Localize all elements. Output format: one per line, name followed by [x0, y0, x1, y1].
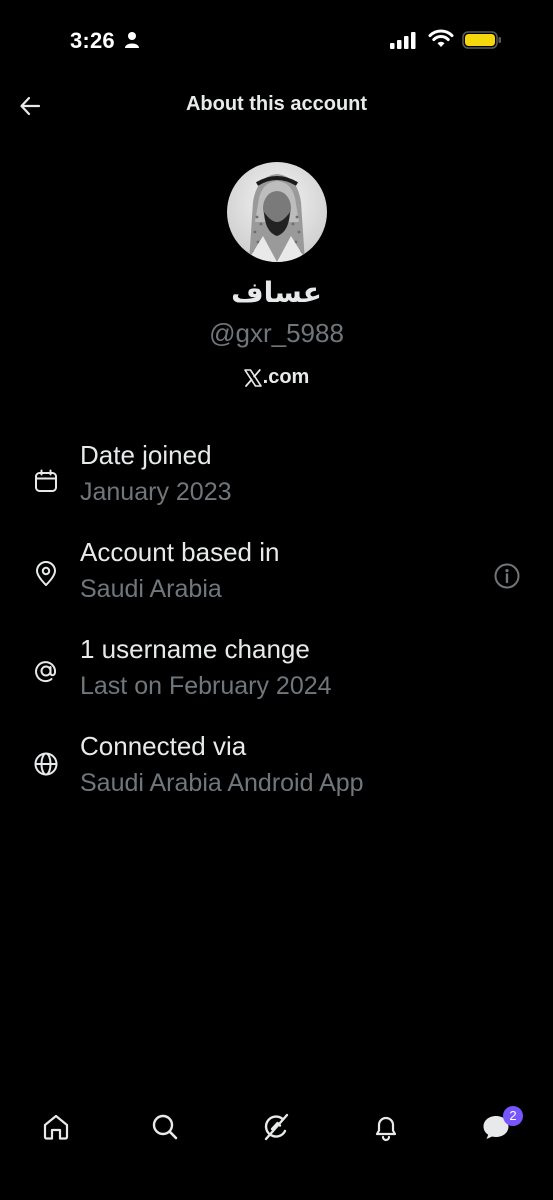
info-row-title: Connected via — [80, 731, 247, 761]
header: About this account — [0, 80, 553, 132]
messages-badge: 2 — [503, 1106, 523, 1126]
info-circle-icon[interactable] — [493, 562, 521, 590]
status-bar: 3:26 — [0, 0, 553, 80]
search-icon — [152, 1114, 178, 1140]
info-row-account-based-in: Account based in Saudi Arabia — [0, 537, 553, 617]
nav-home[interactable] — [36, 1107, 76, 1147]
battery-icon — [462, 31, 501, 49]
x-logo-icon — [243, 368, 262, 387]
info-row-date-joined: Date joined January 2023 — [0, 440, 553, 520]
info-row-subtitle: January 2023 — [80, 478, 232, 506]
avatar[interactable] — [227, 162, 327, 262]
bottom-nav — [0, 1095, 553, 1157]
avatar-photo — [227, 162, 327, 262]
page-title: About this account — [185, 93, 368, 115]
grok-icon — [264, 1113, 289, 1141]
info-row-username-change: 1 username change Last on February 2024 — [0, 634, 553, 714]
site-text: .com — [262, 366, 310, 388]
wifi-icon — [428, 29, 454, 47]
nav-search[interactable] — [145, 1107, 185, 1147]
info-row-subtitle: Last on February 2024 — [80, 672, 332, 700]
nav-notifications[interactable] — [366, 1107, 406, 1147]
info-row-subtitle: Saudi Arabia Android App — [80, 769, 364, 797]
info-row-connected-via: Connected via Saudi Arabia Android App — [0, 731, 553, 811]
site-link: .com — [0, 366, 553, 389]
info-row-title: Account based in — [80, 537, 280, 567]
nav-grok[interactable] — [256, 1107, 296, 1147]
signal-icon — [390, 32, 416, 49]
info-row-title: 1 username change — [80, 634, 310, 664]
info-row-title: Date joined — [80, 440, 212, 470]
info-row-subtitle: Saudi Arabia — [80, 575, 222, 603]
status-time: 3:26 — [70, 28, 115, 53]
home-icon — [43, 1114, 69, 1140]
globe-icon — [34, 752, 58, 776]
person-icon — [125, 32, 139, 48]
handle: @gxr_5988 — [209, 318, 344, 348]
calendar-icon — [35, 469, 57, 492]
notifications-bell-icon — [375, 1116, 397, 1142]
at-sign-icon — [35, 661, 57, 683]
display-name: عساف — [231, 276, 322, 309]
location-pin-icon — [36, 561, 56, 586]
